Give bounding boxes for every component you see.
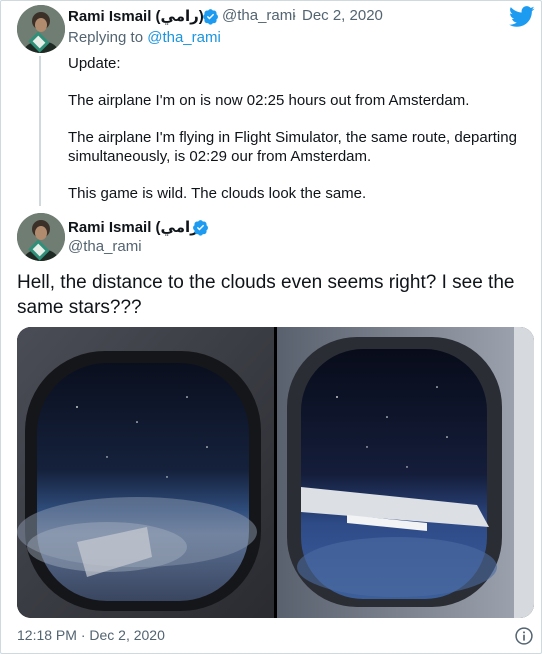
reply-paragraph: The airplane I'm flying in Flight Simula… [68,129,517,165]
reply-tweet-text: Update: The airplane I'm on is now 02:25… [68,54,523,221]
verified-badge-icon [203,9,218,25]
separator-dot: · [292,7,297,24]
tweet-date-link[interactable]: Dec 2, 2020 [302,7,383,24]
tweet-timestamp-link[interactable]: 12:18 PM · Dec 2, 2020 [17,627,165,643]
replying-to-handle-link[interactable]: @tha_rami [147,29,221,46]
info-icon[interactable] [514,626,534,646]
replying-to-line: Replying to @tha_rami [68,29,221,46]
reply-paragraph: The airplane I'm on is now 02:25 hours o… [68,92,470,109]
verified-badge-icon [193,220,208,236]
display-name[interactable]: Rami Ismail (رامي) [68,7,204,25]
thread-connector-line [39,56,41,206]
photo-airplane-window-real[interactable] [17,327,274,618]
twitter-bird-icon[interactable] [509,6,535,28]
media-grid [17,327,534,618]
replying-to-label: Replying to [68,29,144,46]
avatar[interactable] [17,5,65,53]
handle[interactable]: @tha_rami [222,7,296,24]
handle[interactable]: @tha_rami [68,238,142,255]
main-tweet-text: Hell, the distance to the clouds even se… [17,272,515,318]
photo-flight-simulator-window[interactable] [277,327,534,618]
avatar[interactable] [17,213,65,261]
display-name[interactable]: Rami Ismail (رامي) [68,218,204,236]
reply-paragraph: This game is wild. The clouds look the s… [68,185,367,202]
reply-paragraph: Update: [68,55,121,72]
